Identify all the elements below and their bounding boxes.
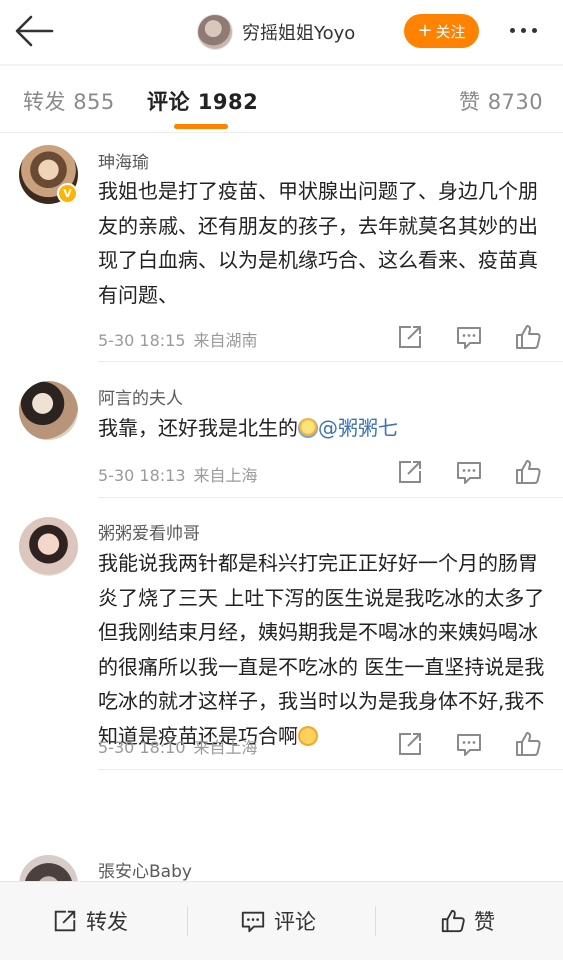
thumbs-up-icon[interactable] [514,730,542,758]
like-label: 赞 [474,910,495,934]
comment-divider [98,769,563,770]
comment-text: 我能说我两针都是科兴打完正正好好一个月的肠胃炎了烧了三天 上吐下泻的医生说是我吃… [98,546,548,753]
repost-icon [54,910,76,932]
tab-comments[interactable]: 评论 1982 [147,86,258,116]
comment-button[interactable]: 评论 [240,906,316,936]
praying-emoji-icon [298,418,318,438]
bottom-action-bar: 转发 评论 赞 [0,881,563,960]
comment-text: 我姐也是打了疫苗、甲状腺出问题了、身边几个朋友的亲戚、还有朋友的孩子，去年就莫名… [98,179,538,307]
author-name[interactable]: 穷摇姐姐Yoyo [242,19,355,45]
more-dots-icon[interactable] [510,28,537,33]
commenter-name[interactable]: 珅海瑜 [98,148,149,173]
tab-likes-count: 8730 [487,90,544,114]
comment-time: 5-30 18:15 [98,331,186,350]
comment-source: 来自上海 [193,466,258,485]
bottom-separator [375,906,376,936]
top-navigation-bar: 穷摇姐姐Yoyo + 关注 [0,0,563,64]
comment-time: 5-30 18:13 [98,466,186,485]
interaction-tabs: 转发 855 评论 1982 赞 8730 [0,66,563,132]
comment-meta: 5-30 18:10 来自上海 [98,734,258,758]
comment-text-body: 我靠，还好我是北生的 [98,416,298,440]
repost-icon[interactable] [396,323,424,351]
mention-link[interactable]: @粥粥七 [318,416,398,440]
tab-likes-label: 赞 [459,90,481,114]
tab-comments-count: 1982 [197,90,259,114]
author-avatar[interactable] [197,14,233,50]
comment-divider [98,497,563,498]
thumbs-up-icon[interactable] [514,458,542,486]
post-author[interactable]: 穷摇姐姐Yoyo [197,12,355,52]
comment-icon[interactable] [455,730,483,758]
thumbs-up-icon [441,909,465,933]
like-button[interactable]: 赞 [440,906,495,936]
commenter-name[interactable]: 阿言的夫人 [98,384,183,409]
avatar[interactable] [19,517,78,576]
thumbs-up-icon[interactable] [514,323,542,351]
tab-reposts-count: 855 [73,90,115,114]
comment-label: 评论 [274,910,316,934]
tab-reposts[interactable]: 转发 855 [23,86,115,116]
repost-icon[interactable] [396,730,424,758]
arrow-left-icon [15,15,54,47]
commenter-name[interactable]: 張安心Baby [98,857,192,881]
comment-icon[interactable] [455,323,483,351]
commenter-name[interactable]: 粥粥爱看帅哥 [98,519,200,544]
repost-icon[interactable] [396,458,424,486]
back-button[interactable] [14,14,54,48]
verified-badge-icon: V [57,183,78,204]
crying-face-icon [298,725,318,746]
comment-icon[interactable] [455,458,483,486]
avatar[interactable] [19,381,78,440]
comment-meta: 5-30 18:13 来自上海 [98,462,258,486]
repost-label: 转发 [86,910,128,934]
comment-meta: 5-30 18:15 来自湖南 [98,327,258,351]
bottom-separator [187,906,188,936]
tab-likes[interactable]: 赞 8730 [459,86,543,116]
comment-icon [241,911,265,933]
active-tab-indicator [174,124,228,129]
comment-divider [98,361,563,362]
repost-button[interactable]: 转发 [52,906,128,936]
comment-source: 来自上海 [193,738,258,757]
avatar[interactable] [19,855,78,881]
comment-text-body: 我能说我两针都是科兴打完正正好好一个月的肠胃炎了烧了三天 上吐下泻的医生说是我吃… [98,551,545,748]
comment-text: 我靠，还好我是北生的 @粥粥七 [98,411,548,446]
plus-icon: + [417,20,433,41]
tab-comments-label: 评论 [147,90,190,114]
comment-list: V 珅海瑜 我姐也是打了疫苗、甲状腺出问题了、身边几个朋友的亲戚、还有朋友的孩子… [0,133,563,881]
follow-button[interactable]: + 关注 [404,14,479,48]
comment-time: 5-30 18:10 [98,738,186,757]
follow-label: 关注 [435,22,466,41]
comment-source: 来自湖南 [193,331,258,350]
tab-reposts-label: 转发 [23,90,66,114]
